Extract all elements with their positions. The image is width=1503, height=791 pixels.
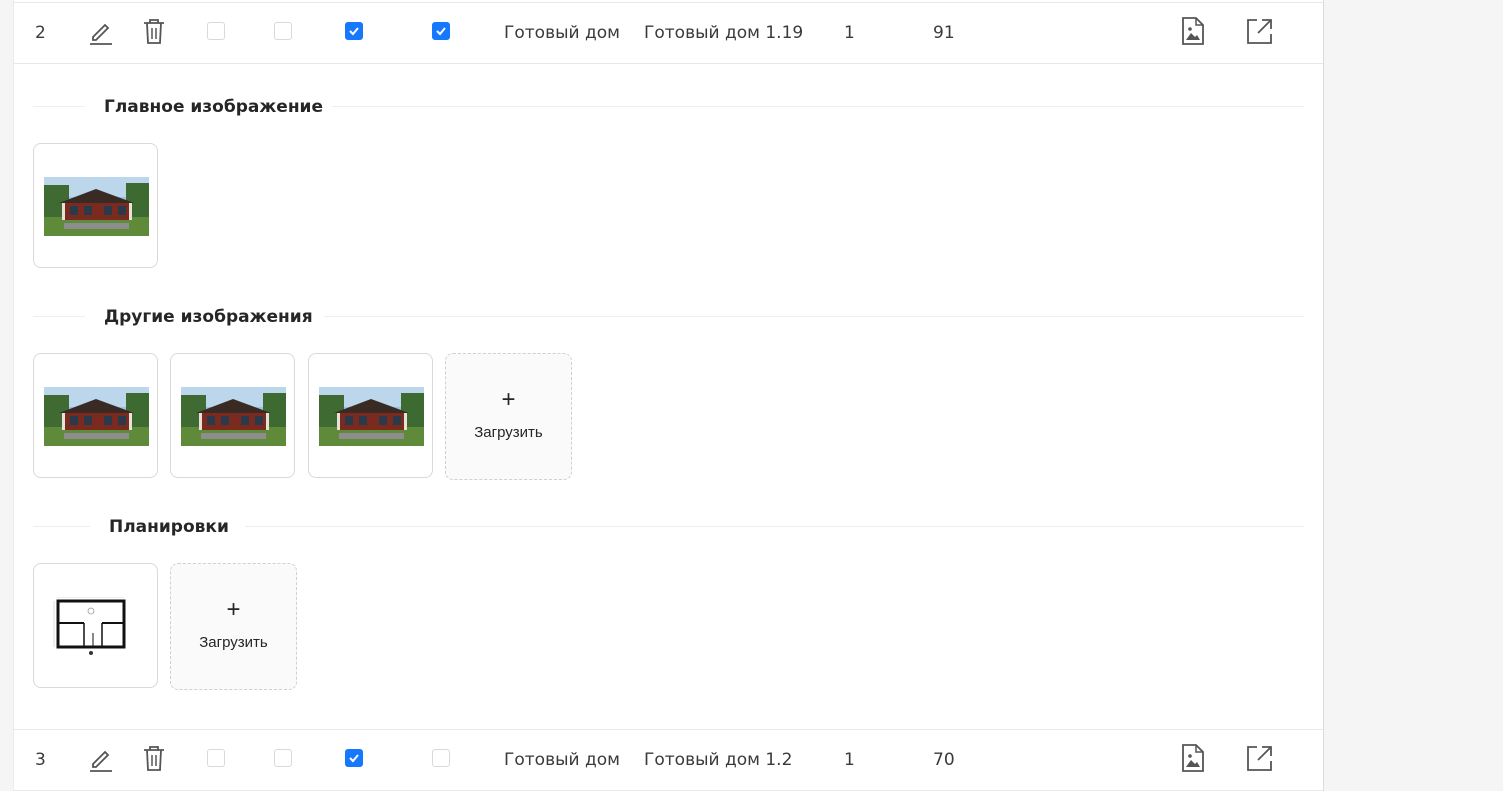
other-image-card[interactable] [170, 353, 295, 478]
row-checkbox-checked[interactable] [345, 749, 363, 767]
section-divider [33, 526, 90, 527]
page-gutter [0, 0, 13, 791]
trash-icon[interactable] [139, 743, 169, 773]
section-divider [33, 316, 85, 317]
main-image-card[interactable] [33, 143, 158, 268]
floor-plan-thumbnail [44, 597, 149, 656]
section-divider [324, 316, 1304, 317]
section-title-plans: Планировки [109, 517, 229, 537]
table-row[interactable]: 2 Готовый дом Готовый дом 1.19 1 91 [14, 2, 1323, 64]
row-checkbox[interactable] [207, 22, 225, 40]
section-divider [332, 106, 1304, 107]
row-index: 3 [35, 750, 46, 770]
external-link-icon[interactable] [1244, 16, 1274, 46]
row-checkbox-checked[interactable] [345, 22, 363, 40]
edit-icon[interactable] [86, 16, 116, 46]
upload-label: Загрузить [474, 424, 543, 441]
floors-count: 1 [844, 750, 855, 770]
house-thumbnail [44, 387, 149, 446]
edit-icon[interactable] [86, 743, 116, 773]
plus-icon: + [226, 596, 241, 623]
plan-image-card[interactable] [33, 563, 158, 688]
area-value: 70 [933, 750, 955, 770]
area-value: 91 [933, 23, 955, 43]
plus-icon: + [501, 386, 516, 413]
row-checkbox[interactable] [274, 749, 292, 767]
other-image-card[interactable] [33, 353, 158, 478]
house-thumbnail [44, 177, 149, 236]
other-image-card[interactable] [308, 353, 433, 478]
house-thumbnail [181, 387, 286, 446]
section-divider [33, 106, 85, 107]
upload-other-image-button[interactable]: + Загрузить [445, 353, 572, 480]
trash-icon[interactable] [139, 16, 169, 46]
page-background [1323, 0, 1503, 791]
house-name: Готовый дом 1.2 [644, 750, 793, 770]
table-row[interactable]: 3 Готовый дом Готовый дом 1.2 1 70 [14, 729, 1323, 791]
house-type: Готовый дом [504, 23, 620, 43]
section-title-main-image: Главное изображение [104, 97, 323, 117]
house-name: Готовый дом 1.19 [644, 23, 804, 43]
table-panel: 2 Готовый дом Готовый дом 1.19 1 91 Глав… [13, 0, 1324, 791]
house-thumbnail [319, 387, 424, 446]
row-checkbox[interactable] [207, 749, 225, 767]
upload-plan-button[interactable]: + Загрузить [170, 563, 297, 690]
floors-count: 1 [844, 23, 855, 43]
row-checkbox-checked[interactable] [432, 22, 450, 40]
external-link-icon[interactable] [1244, 743, 1274, 773]
row-checkbox[interactable] [274, 22, 292, 40]
image-file-icon[interactable] [1178, 16, 1208, 46]
upload-label: Загрузить [199, 634, 268, 651]
image-file-icon[interactable] [1178, 743, 1208, 773]
section-title-other-images: Другие изображения [104, 307, 313, 327]
section-divider [245, 526, 1304, 527]
house-type: Готовый дом [504, 750, 620, 770]
row-index: 2 [35, 23, 46, 43]
row-checkbox[interactable] [432, 749, 450, 767]
